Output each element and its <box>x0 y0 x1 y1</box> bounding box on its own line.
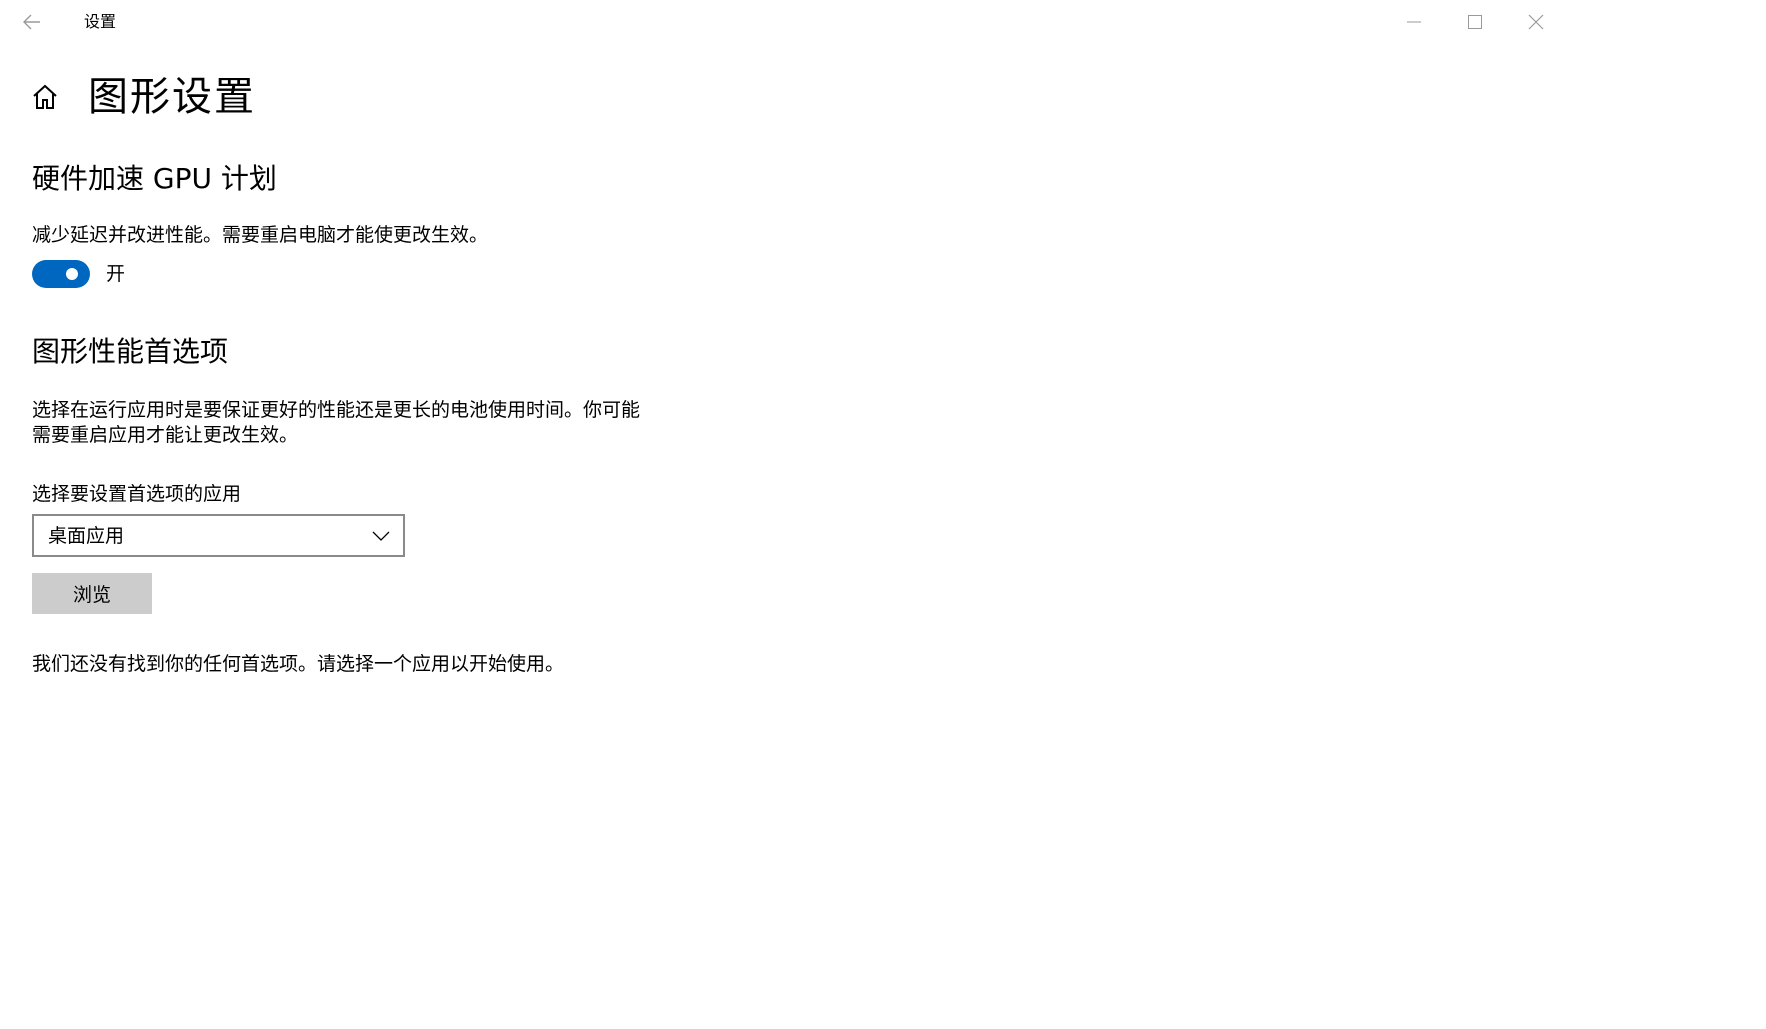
home-icon <box>33 84 57 109</box>
page-title: 图形设置 <box>88 74 256 120</box>
minimize-icon <box>1407 21 1421 23</box>
app-select-label: 选择要设置首选项的应用 <box>32 483 242 505</box>
gpu-scheduling-toggle-row: 开 <box>32 259 125 289</box>
home-button[interactable] <box>30 82 60 112</box>
chevron-down-icon <box>371 526 391 546</box>
maximize-button[interactable] <box>1446 0 1504 44</box>
window-title: 设置 <box>84 12 117 31</box>
back-button[interactable] <box>16 6 48 38</box>
page-header: 图形设置 <box>30 70 256 124</box>
graphics-preference-description-line1: 选择在运行应用时是要保证更好的性能还是更长的电池使用时间。你可能 <box>32 399 641 421</box>
graphics-preference-heading: 图形性能首选项 <box>32 335 229 368</box>
no-preferences-message: 我们还没有找到你的任何首选项。请选择一个应用以开始使用。 <box>32 653 565 675</box>
gpu-scheduling-toggle[interactable] <box>32 260 90 288</box>
close-icon <box>1528 14 1544 30</box>
graphics-preference-description-line2: 需要重启应用才能让更改生效。 <box>32 424 299 446</box>
close-button[interactable] <box>1507 0 1565 44</box>
gpu-scheduling-description: 减少延迟并改进性能。需要重启电脑才能使更改生效。 <box>32 224 489 246</box>
toggle-state-label: 开 <box>106 263 126 285</box>
arrow-left-icon <box>23 14 40 30</box>
minimize-button[interactable] <box>1385 0 1443 44</box>
title-bar: 设置 <box>0 0 1766 44</box>
toggle-knob <box>66 268 78 280</box>
gpu-scheduling-heading: 硬件加速 GPU 计划 <box>32 162 277 195</box>
maximize-icon <box>1468 15 1482 29</box>
app-type-dropdown[interactable]: 桌面应用 <box>32 514 405 557</box>
dropdown-selected-value: 桌面应用 <box>48 524 125 547</box>
browse-button[interactable]: 浏览 <box>32 573 152 614</box>
